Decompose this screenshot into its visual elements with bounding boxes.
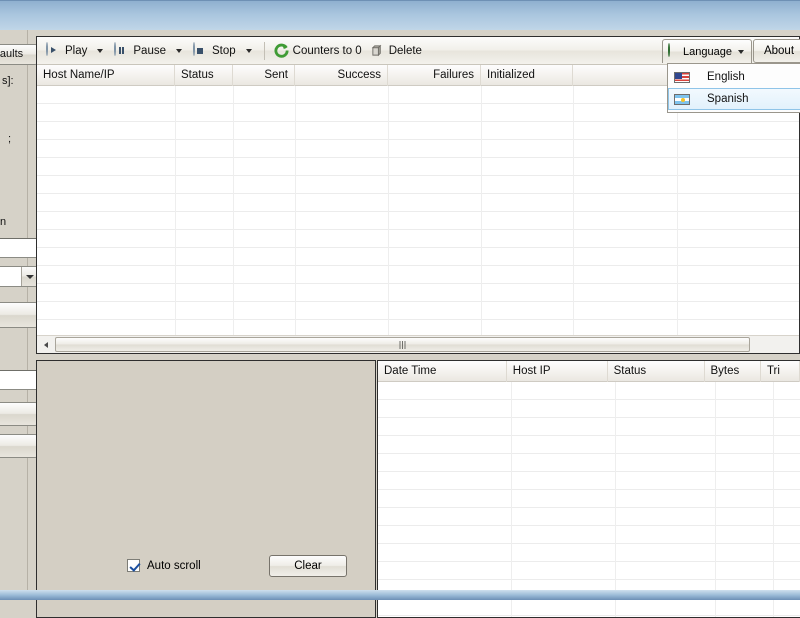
window-titlebar	[0, 0, 800, 30]
column-header-trip[interactable]: Tri	[761, 361, 800, 382]
auto-scroll-label: Auto scroll	[147, 560, 201, 572]
column-header-log-status[interactable]: Status	[608, 361, 705, 382]
clear-button[interactable]: Clear	[269, 555, 347, 577]
column-header-bytes[interactable]: Bytes	[705, 361, 761, 382]
hosts-grid-hscrollbar[interactable]	[37, 335, 799, 353]
pause-dropdown-caret-icon[interactable]	[176, 49, 182, 53]
toolbar-separator	[264, 42, 265, 60]
column-header-host-name-ip[interactable]: Host Name/IP	[37, 65, 175, 86]
interval-label: s]:	[2, 75, 14, 87]
menu-item-english[interactable]: English	[668, 66, 800, 88]
play-icon	[46, 43, 61, 58]
stop-dropdown-caret-icon[interactable]	[246, 49, 252, 53]
log-grid-header: Date Time Host IP Status Bytes Tri	[378, 361, 800, 382]
options-sidebar: Defaults s]: ; n	[0, 30, 28, 590]
log-grid-body[interactable]	[378, 382, 800, 617]
delete-button[interactable]: Delete	[366, 40, 426, 62]
refresh-icon	[274, 43, 289, 58]
column-header-initialized[interactable]: Initialized	[481, 65, 573, 86]
scroll-left-icon[interactable]	[37, 337, 54, 353]
column-header-date-time[interactable]: Date Time	[378, 361, 507, 382]
column-header-success[interactable]: Success	[295, 65, 388, 86]
hosts-panel: Play Pause Stop	[36, 36, 800, 354]
flag-ar-icon	[674, 94, 690, 105]
column-header-sent[interactable]: Sent	[233, 65, 295, 86]
log-grid-gridlines	[378, 382, 800, 617]
stop-icon	[193, 43, 208, 58]
desktop-background: Defaults s]: ; n Play	[0, 0, 800, 600]
language-dropdown-caret-icon[interactable]	[738, 50, 744, 54]
chevron-down-icon[interactable]	[21, 267, 37, 286]
checkbox-checked-icon[interactable]	[127, 559, 140, 572]
secondary-label: ;	[8, 133, 11, 145]
column-header-failures[interactable]: Failures	[388, 65, 481, 86]
flag-us-icon	[674, 72, 690, 83]
column-header-host-ip[interactable]: Host IP	[507, 361, 608, 382]
column-header-status[interactable]: Status	[175, 65, 233, 86]
sidebar-button-2[interactable]	[0, 402, 38, 426]
sidebar-input-1[interactable]	[0, 238, 38, 258]
play-button[interactable]: Play	[42, 40, 91, 62]
log-panel: Date Time Host IP Status Bytes Tri	[377, 360, 800, 618]
section-label: n	[0, 216, 6, 228]
sidebar-input-2[interactable]	[0, 370, 38, 390]
defaults-button[interactable]: Defaults	[0, 44, 38, 65]
counters-to-zero-button[interactable]: Counters to 0	[270, 40, 366, 62]
main-toolbar: Play Pause Stop	[37, 37, 799, 65]
about-button[interactable]: About	[753, 39, 800, 63]
play-dropdown-caret-icon[interactable]	[97, 49, 103, 53]
pause-icon	[114, 43, 129, 58]
globe-icon	[668, 44, 683, 59]
sidebar-button-1[interactable]	[0, 302, 38, 328]
sidebar-combo-1[interactable]	[0, 266, 38, 287]
application-client-area: Defaults s]: ; n Play	[0, 30, 800, 590]
auto-scroll-checkbox[interactable]: Auto scroll	[127, 559, 201, 572]
language-button[interactable]: Language	[662, 39, 752, 63]
window-bottom-border	[0, 590, 800, 600]
hosts-grid-body[interactable]	[37, 86, 799, 335]
pause-button[interactable]: Pause	[110, 40, 170, 62]
scroll-grip-icon	[399, 341, 406, 349]
hosts-grid-gridlines	[37, 86, 799, 335]
menu-item-spanish[interactable]: Spanish	[668, 88, 800, 110]
log-controls-panel: Auto scroll Clear	[36, 360, 376, 618]
language-dropdown-menu[interactable]: English Spanish	[667, 63, 800, 113]
stop-button[interactable]: Stop	[189, 40, 240, 62]
sidebar-button-3[interactable]	[0, 434, 38, 458]
hscrollbar-thumb[interactable]	[55, 337, 750, 352]
trash-icon	[370, 43, 385, 58]
